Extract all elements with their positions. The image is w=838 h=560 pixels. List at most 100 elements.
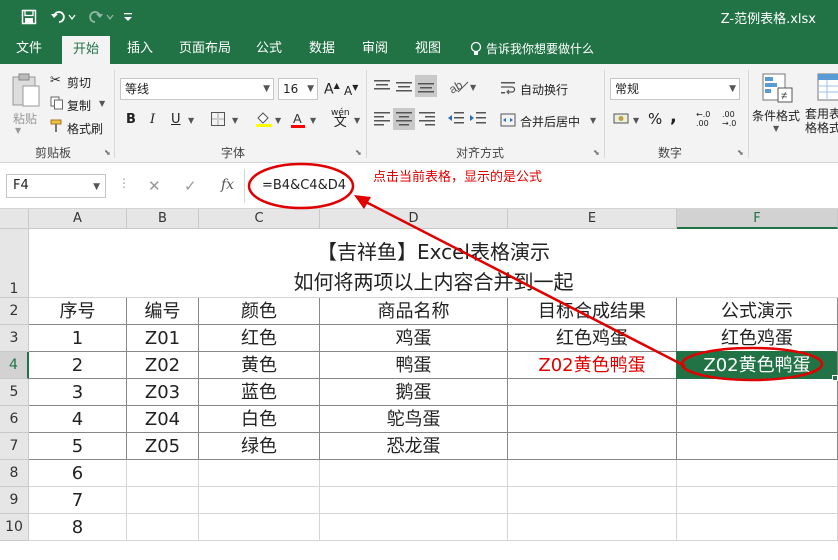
underline-dropdown-icon[interactable]: ▼ xyxy=(188,116,194,125)
header-cell[interactable]: 序号 xyxy=(29,298,127,325)
tell-me-search[interactable]: 告诉我你想要做什么 xyxy=(486,34,600,64)
format-as-table-icon[interactable] xyxy=(815,72,838,106)
cell-c3[interactable]: 红色 xyxy=(199,325,320,352)
save-icon[interactable] xyxy=(18,7,40,27)
wrap-text-icon[interactable] xyxy=(500,80,516,99)
cut-icon[interactable]: ✂ xyxy=(50,73,61,88)
insert-function-icon[interactable]: fx xyxy=(221,177,234,193)
accounting-format-icon[interactable] xyxy=(613,111,631,130)
cell-b9[interactable] xyxy=(127,487,199,514)
cell-e9[interactable] xyxy=(508,487,677,514)
align-right-icon[interactable] xyxy=(418,110,436,129)
cell-a8[interactable]: 6 xyxy=(29,460,127,487)
merge-center-icon[interactable] xyxy=(500,112,516,131)
row-header-2[interactable]: 2 xyxy=(0,298,29,325)
cell-a7[interactable]: 5 xyxy=(29,433,127,460)
phonetic-dropdown-icon[interactable]: ▼ xyxy=(354,116,360,125)
column-header-c[interactable]: C xyxy=(199,209,320,229)
decrease-decimal-icon[interactable]: .00 →.0 xyxy=(722,110,736,128)
orientation-dropdown-icon[interactable]: ▼ xyxy=(470,83,476,92)
clipboard-launcher-icon[interactable]: ⬊ xyxy=(104,148,111,157)
select-all-corner[interactable] xyxy=(0,209,29,229)
decrease-indent-icon[interactable] xyxy=(447,110,465,129)
cell-e3[interactable]: 红色鸡蛋 xyxy=(508,325,677,352)
cell-b4[interactable]: Z02 xyxy=(127,352,199,379)
undo-icon[interactable] xyxy=(48,7,78,27)
cell-a9[interactable]: 7 xyxy=(29,487,127,514)
cut-button[interactable]: 剪切 xyxy=(67,74,91,91)
cell-e6[interactable] xyxy=(508,406,677,433)
cell-d6[interactable]: 鸵鸟蛋 xyxy=(320,406,508,433)
name-box[interactable]: F4 ▼ xyxy=(6,174,106,198)
align-middle-icon[interactable] xyxy=(395,78,413,97)
cell-d10[interactable] xyxy=(320,514,508,541)
header-cell[interactable]: 商品名称 xyxy=(320,298,508,325)
cell-e8[interactable] xyxy=(508,460,677,487)
cell-c5[interactable]: 蓝色 xyxy=(199,379,320,406)
fill-handle[interactable] xyxy=(832,375,838,381)
header-cell[interactable]: 公式演示 xyxy=(677,298,838,325)
row-header-10[interactable]: 10 xyxy=(0,514,29,541)
cell-c9[interactable] xyxy=(199,487,320,514)
format-painter-button[interactable]: 格式刷 xyxy=(67,120,103,137)
accounting-dropdown-icon[interactable]: ▼ xyxy=(633,116,639,125)
row-header-3[interactable]: 3 xyxy=(0,325,29,352)
column-header-d[interactable]: D xyxy=(320,209,508,229)
fill-color-dropdown-icon[interactable]: ▼ xyxy=(275,116,281,125)
cell-f8[interactable] xyxy=(677,460,838,487)
tab-page-layout[interactable]: 页面布局 xyxy=(172,34,238,64)
conditional-dropdown-icon[interactable]: ▼ xyxy=(773,124,779,133)
cell-d4[interactable]: 鸭蛋 xyxy=(320,352,508,379)
customize-qat-icon[interactable] xyxy=(120,7,136,27)
cell-a3[interactable]: 1 xyxy=(29,325,127,352)
conditional-formatting-button[interactable]: 条件格式 xyxy=(752,107,800,124)
font-color-icon[interactable]: A xyxy=(290,109,306,132)
cell-b10[interactable] xyxy=(127,514,199,541)
column-header-f[interactable]: F xyxy=(677,209,838,229)
paste-button[interactable]: 粘贴 xyxy=(13,110,37,127)
align-left-icon[interactable] xyxy=(373,110,391,129)
cell-f10[interactable] xyxy=(677,514,838,541)
cell-c8[interactable] xyxy=(199,460,320,487)
cell-b6[interactable]: Z04 xyxy=(127,406,199,433)
header-cell[interactable]: 颜色 xyxy=(199,298,320,325)
paste-dropdown-icon[interactable]: ▼ xyxy=(15,126,21,135)
cell-a5[interactable]: 3 xyxy=(29,379,127,406)
row-header-4[interactable]: 4 xyxy=(0,352,29,379)
cell-b3[interactable]: Z01 xyxy=(127,325,199,352)
percent-button[interactable]: % xyxy=(648,110,662,128)
column-header-a[interactable]: A xyxy=(29,209,127,229)
cell-a10[interactable]: 8 xyxy=(29,514,127,541)
format-as-table-button[interactable]: 套用表格格式 xyxy=(805,107,838,135)
merge-center-button[interactable]: 合并后居中 xyxy=(520,113,580,130)
number-launcher-icon[interactable]: ⬊ xyxy=(737,148,744,157)
increase-decimal-icon[interactable]: ←.0.00 xyxy=(696,110,710,128)
row-header-8[interactable]: 8 xyxy=(0,460,29,487)
increase-indent-icon[interactable] xyxy=(469,110,487,129)
cell-a6[interactable]: 4 xyxy=(29,406,127,433)
underline-button[interactable]: U xyxy=(171,112,181,127)
format-painter-icon[interactable] xyxy=(50,119,64,136)
phonetic-button[interactable]: wén 文 xyxy=(331,108,350,129)
cell-e4[interactable]: Z02黄色鸭蛋 xyxy=(508,352,677,379)
tab-view[interactable]: 视图 xyxy=(406,34,450,64)
cell-f3[interactable]: 红色鸡蛋 xyxy=(677,325,838,352)
cell-d5[interactable]: 鹅蛋 xyxy=(320,379,508,406)
borders-dropdown-icon[interactable]: ▼ xyxy=(232,116,238,125)
copy-dropdown-icon[interactable]: ▼ xyxy=(99,99,105,108)
header-cell[interactable]: 目标合成结果 xyxy=(508,298,677,325)
redo-icon[interactable] xyxy=(86,7,116,27)
font-launcher-icon[interactable]: ⬊ xyxy=(355,148,362,157)
align-center-icon[interactable] xyxy=(393,108,415,130)
cell-d7[interactable]: 恐龙蛋 xyxy=(320,433,508,460)
row-header-6[interactable]: 6 xyxy=(0,406,29,433)
tab-data[interactable]: 数据 xyxy=(300,34,344,64)
cell-f6[interactable] xyxy=(677,406,838,433)
cell-f7[interactable] xyxy=(677,433,838,460)
cell-c7[interactable]: 绿色 xyxy=(199,433,320,460)
merge-dropdown-icon[interactable]: ▼ xyxy=(590,116,596,125)
bold-button[interactable]: B xyxy=(126,112,136,127)
cell-a4[interactable]: 2 xyxy=(29,352,127,379)
number-format-select[interactable]: 常规 ▼ xyxy=(610,78,740,100)
font-name-select[interactable]: 等线 ▼ xyxy=(120,78,274,100)
